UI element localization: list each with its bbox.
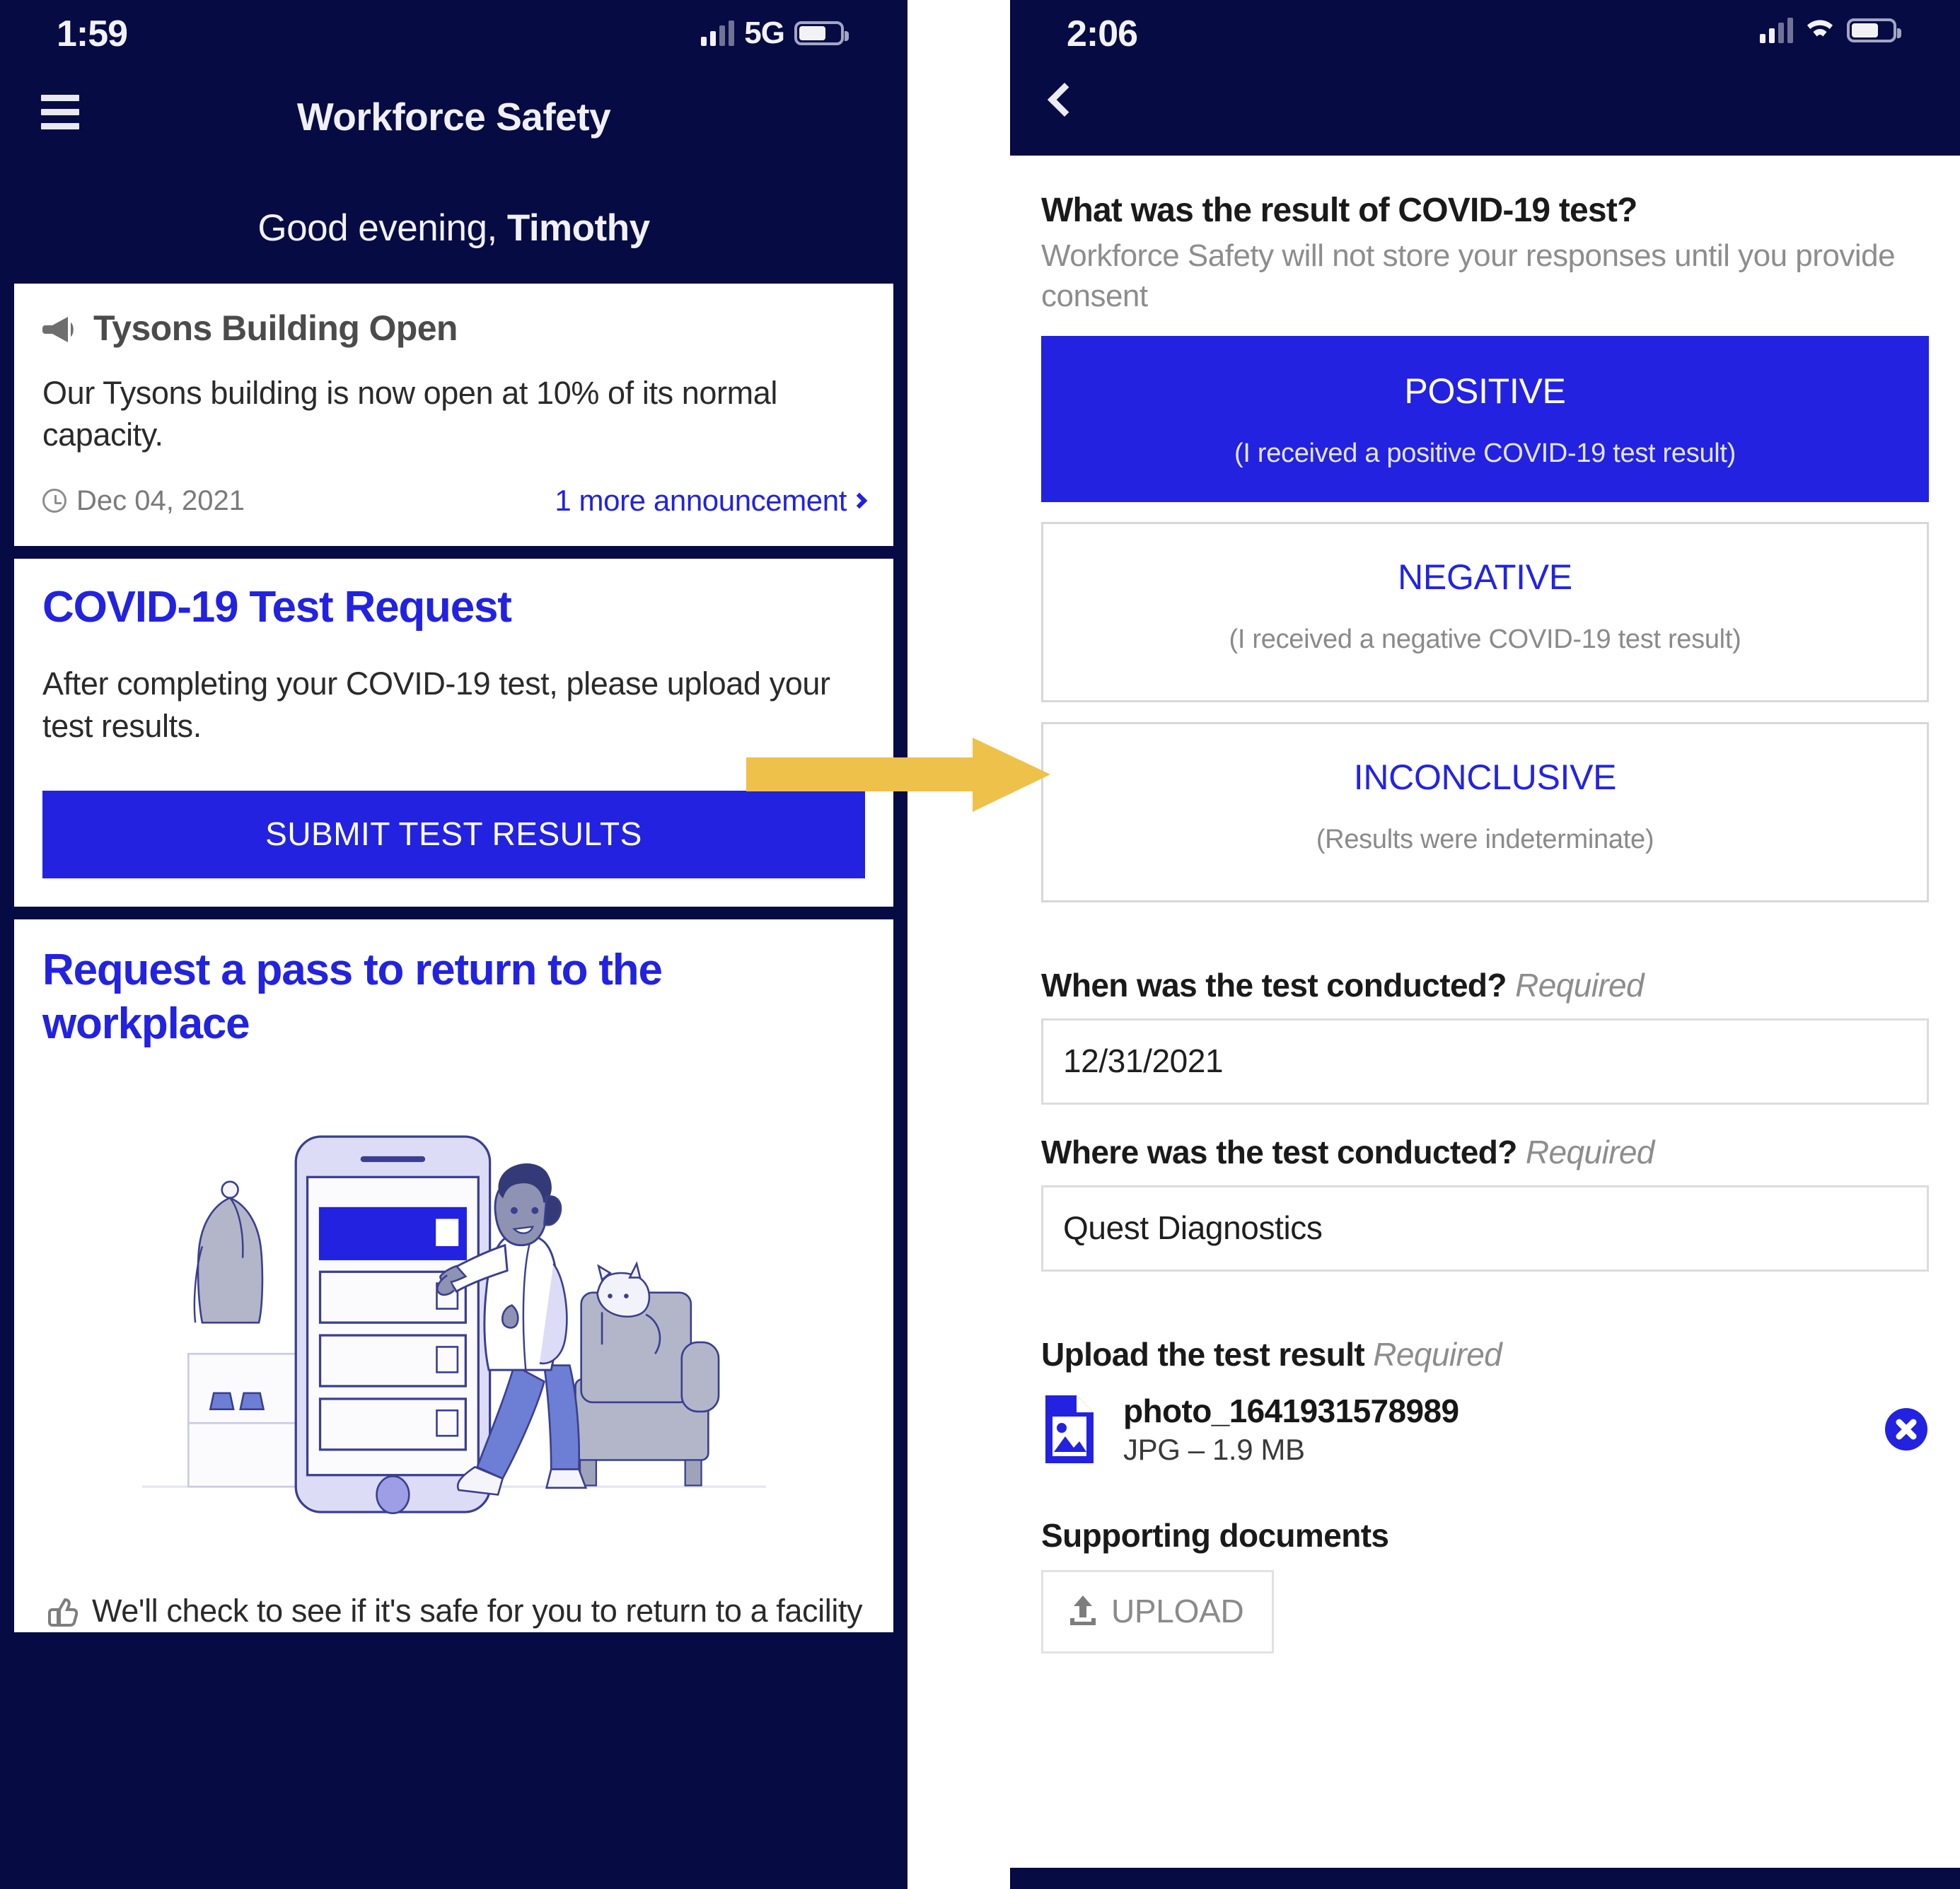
screenshot-stage: 1:59 5G Workforce Safety Good evening, T… [0,0,1960,1889]
upload-test-result-label: Upload the test result Required [1041,1335,1929,1373]
when-test-conducted-input[interactable]: 12/31/2021 [1041,1018,1929,1105]
right-status-bar: 2:06 [1010,0,1960,71]
status-indicators [1760,16,1901,45]
result-option-positive[interactable]: POSITIVE (I received a positive COVID-19… [1041,336,1929,503]
request-pass-card: Request a pass to return to the workplac… [14,919,893,1632]
greeting-line: Good evening, Timothy [0,163,907,284]
required-indicator: Required [1373,1336,1502,1373]
field-label-text: When was the test conducted? [1041,967,1507,1004]
announcement-body: Our Tysons building is now open at 10% o… [42,375,777,453]
more-announcements-label: 1 more announcement [555,484,847,517]
covid-test-request-card: COVID-19 Test Request After completing y… [14,559,893,907]
more-announcements-link[interactable]: 1 more announcement [555,484,868,518]
uploaded-file-name: photo_1641931578989 [1123,1393,1459,1430]
request-pass-title: Request a pass to return to the workplac… [42,946,663,1048]
right-arrow-annotation [746,738,1050,812]
chevron-left-icon[interactable] [1047,82,1082,117]
pass-note-text: We'll check to see if it's safe for you … [92,1593,863,1629]
chevron-right-icon [851,492,868,509]
where-test-conducted-label: Where was the test conducted? Required [1041,1133,1929,1171]
megaphone-icon [42,313,81,344]
result-option-label: NEGATIVE [1398,557,1572,598]
signal-bars-icon [1760,17,1793,43]
question-subtitle: Workforce Safety will not store your res… [1041,238,1896,314]
status-time: 1:59 [57,13,128,54]
announcement-date-row: Dec 04, 2021 [42,485,245,517]
thumbs-up-icon [42,1594,79,1629]
covid-test-request-body: After completing your COVID-19 test, ple… [42,665,830,744]
announcement-footer: Dec 04, 2021 1 more announcement [42,484,868,518]
required-indicator: Required [1515,967,1644,1004]
battery-icon [1847,18,1901,42]
battery-icon [794,21,849,45]
wifi-icon [1803,16,1837,45]
result-option-inconclusive[interactable]: INCONCLUSIVE (Results were indeterminate… [1041,722,1929,903]
network-type-label: 5G [744,16,785,50]
left-status-bar: 1:59 5G [0,0,907,71]
field-label-text: Where was the test conducted? [1041,1134,1517,1171]
when-test-conducted-label: When was the test conducted? Required [1041,966,1929,1004]
announcement-title: Tysons Building Open [93,308,458,348]
uploaded-file-row: photo_1641931578989 JPG – 1.9 MB [1041,1392,1929,1467]
page-title: Workforce Safety [296,95,611,139]
person-tapping-phone-illustration [42,1090,865,1553]
result-option-description: (I received a negative COVID-19 test res… [1229,624,1741,655]
submit-test-results-button[interactable]: SUBMIT TEST RESULTS [42,791,865,879]
right-phone-screen: 2:06 What was the result of COVID-19 tes… [1010,0,1960,1889]
result-option-label: POSITIVE [1404,371,1566,412]
right-nav-bar [1010,71,1960,156]
announcement-card[interactable]: Tysons Building Open Our Tysons building… [14,284,893,546]
result-option-negative[interactable]: NEGATIVE (I received a negative COVID-19… [1041,522,1929,703]
image-file-icon [1041,1393,1098,1466]
result-option-description: (Results were indeterminate) [1316,825,1654,855]
status-indicators: 5G [701,16,849,51]
question-title: What was the result of COVID-19 test? [1041,192,1637,229]
where-test-conducted-input[interactable]: Quest Diagnostics [1041,1185,1929,1272]
greeting-prefix: Good evening, [257,207,507,249]
close-circle-icon[interactable] [1884,1407,1929,1452]
test-result-form: What was the result of COVID-19 test? Wo… [1010,156,1960,1868]
status-time: 2:06 [1067,13,1138,54]
result-option-label: INCONCLUSIVE [1353,757,1617,798]
left-nav-bar: Workforce Safety [0,71,907,163]
announcement-title-row: Tysons Building Open [42,308,865,349]
covid-test-request-title: COVID-19 Test Request [42,583,512,632]
clock-icon [42,489,66,513]
supporting-documents-label: Supporting documents [1041,1517,1389,1554]
signal-bars-icon [701,21,735,46]
pass-note-row: We'll check to see if it's safe for you … [42,1590,865,1632]
upload-icon [1067,1594,1098,1628]
required-indicator: Required [1525,1134,1654,1171]
upload-button-label: UPLOAD [1111,1593,1244,1630]
upload-supporting-documents-button[interactable]: UPLOAD [1041,1570,1275,1654]
field-label-text: Upload the test result [1041,1336,1365,1373]
uploaded-file-size: JPG – 1.9 MB [1123,1433,1305,1467]
left-phone-screen: 1:59 5G Workforce Safety Good evening, T… [0,0,907,1889]
greeting-name: Timothy [506,207,650,249]
uploaded-file-meta: photo_1641931578989 JPG – 1.9 MB [1123,1392,1459,1467]
result-option-description: (I received a positive COVID-19 test res… [1234,438,1736,469]
hamburger-icon[interactable] [41,95,79,129]
announcement-date: Dec 04, 2021 [76,484,245,516]
